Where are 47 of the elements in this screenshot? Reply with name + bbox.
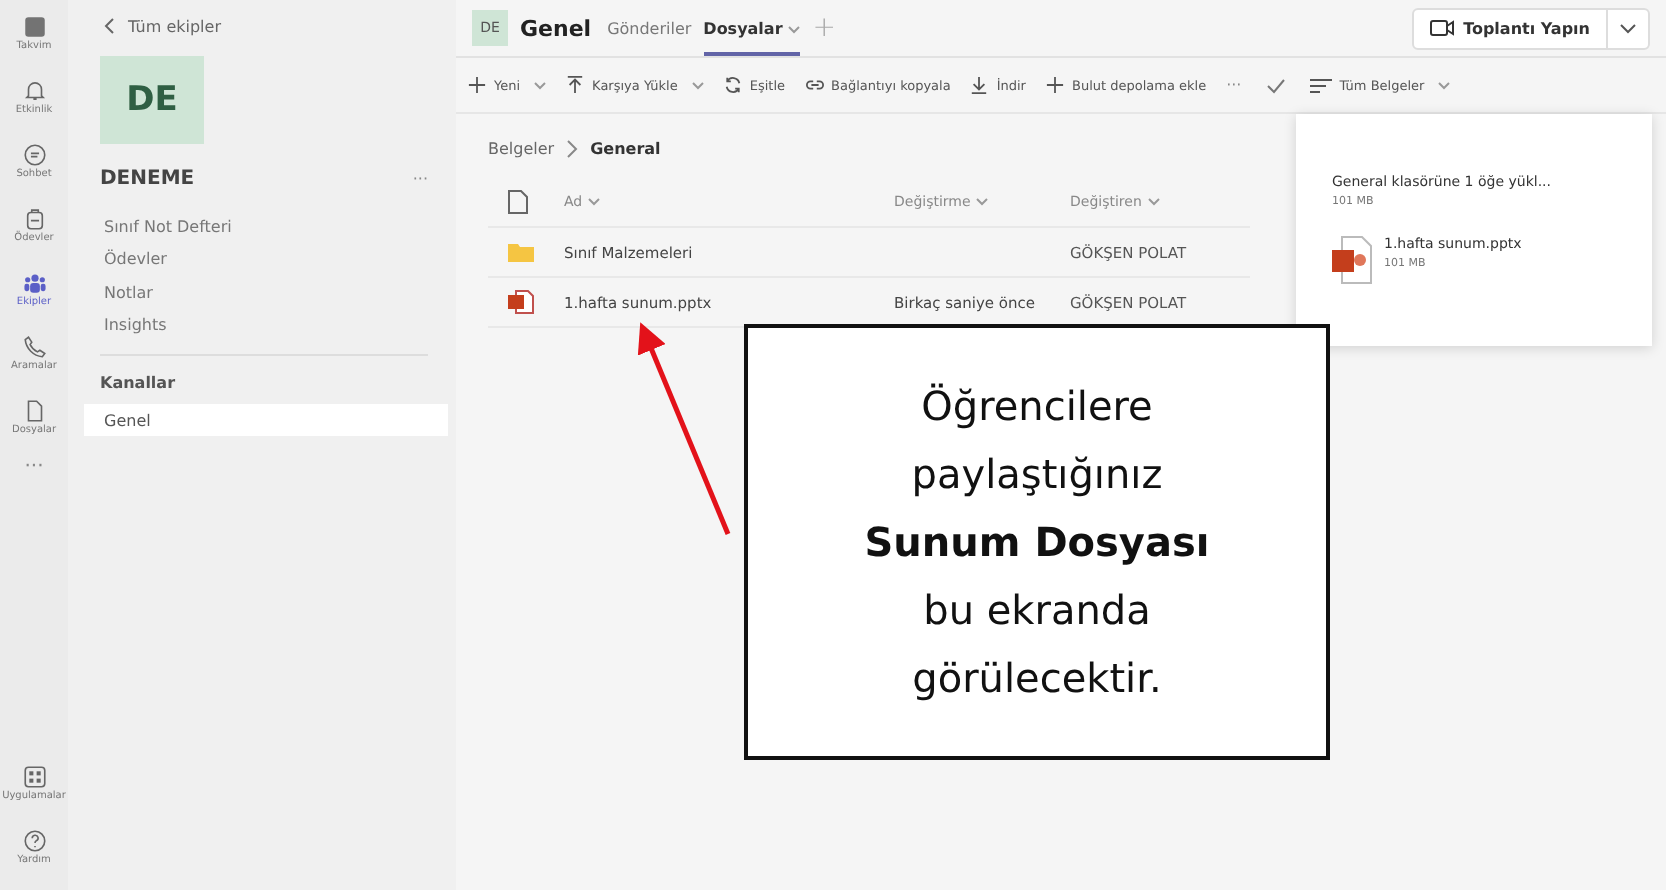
sidebar-item[interactable]: Notlar [104,276,448,309]
chat-icon [21,142,47,168]
phone-icon [21,334,47,360]
chevron-right-icon [566,139,579,157]
callout-text: Öğrencilere paylaştığınız Sunum Dosyası bu ekranda görülecektir. [744,324,1330,760]
chevron-down-icon [1438,81,1451,89]
meet-button[interactable]: Toplantı Yapın [1413,9,1606,47]
file-icon [508,190,528,214]
team-avatar: DE [100,56,204,144]
presentation-file-icon [1332,236,1372,284]
channel-item[interactable]: Genel [84,404,448,436]
back-link[interactable]: Tüm ekipler [128,17,221,35]
chevron-down-icon [1147,198,1160,206]
channel-title: Genel [520,15,592,41]
plus-icon [1045,76,1064,94]
chevron-down-icon [976,198,989,206]
chevron-down-icon [788,25,801,33]
help-icon [21,828,47,854]
download-icon [970,76,989,94]
people-icon [21,270,47,296]
chevron-down-icon [534,81,547,89]
link-icon [805,76,824,94]
calendar-icon [21,14,47,40]
apps-icon [21,764,47,790]
add-tab-button[interactable]: + [812,12,837,44]
tab[interactable]: Gönderiler [607,0,692,56]
breadcrumb-link[interactable]: Belgeler [488,139,555,157]
section-heading: Kanallar [100,374,178,392]
breadcrumb-current: General [590,139,661,157]
camera-icon [1429,18,1454,38]
bell-icon [21,78,47,104]
chevron-down-icon [588,198,601,206]
chevron-down-icon [691,81,704,89]
presentation-file-icon [508,290,534,314]
sidebar-item[interactable]: Sınıf Not Defteri [104,210,448,243]
list-icon [1309,77,1332,93]
sidebar-item[interactable]: Ödevler [104,243,448,276]
upload-icon [566,76,585,94]
backpack-icon [21,206,47,232]
chevron-down-icon [1620,23,1636,33]
plus-icon [468,76,486,94]
sidebar-item[interactable]: Insights [104,309,448,342]
team-name: DENEME [100,168,195,190]
sync-icon [723,76,742,94]
chevron-left-icon [104,18,114,34]
check-icon [1265,77,1286,93]
folder-icon [508,242,534,262]
